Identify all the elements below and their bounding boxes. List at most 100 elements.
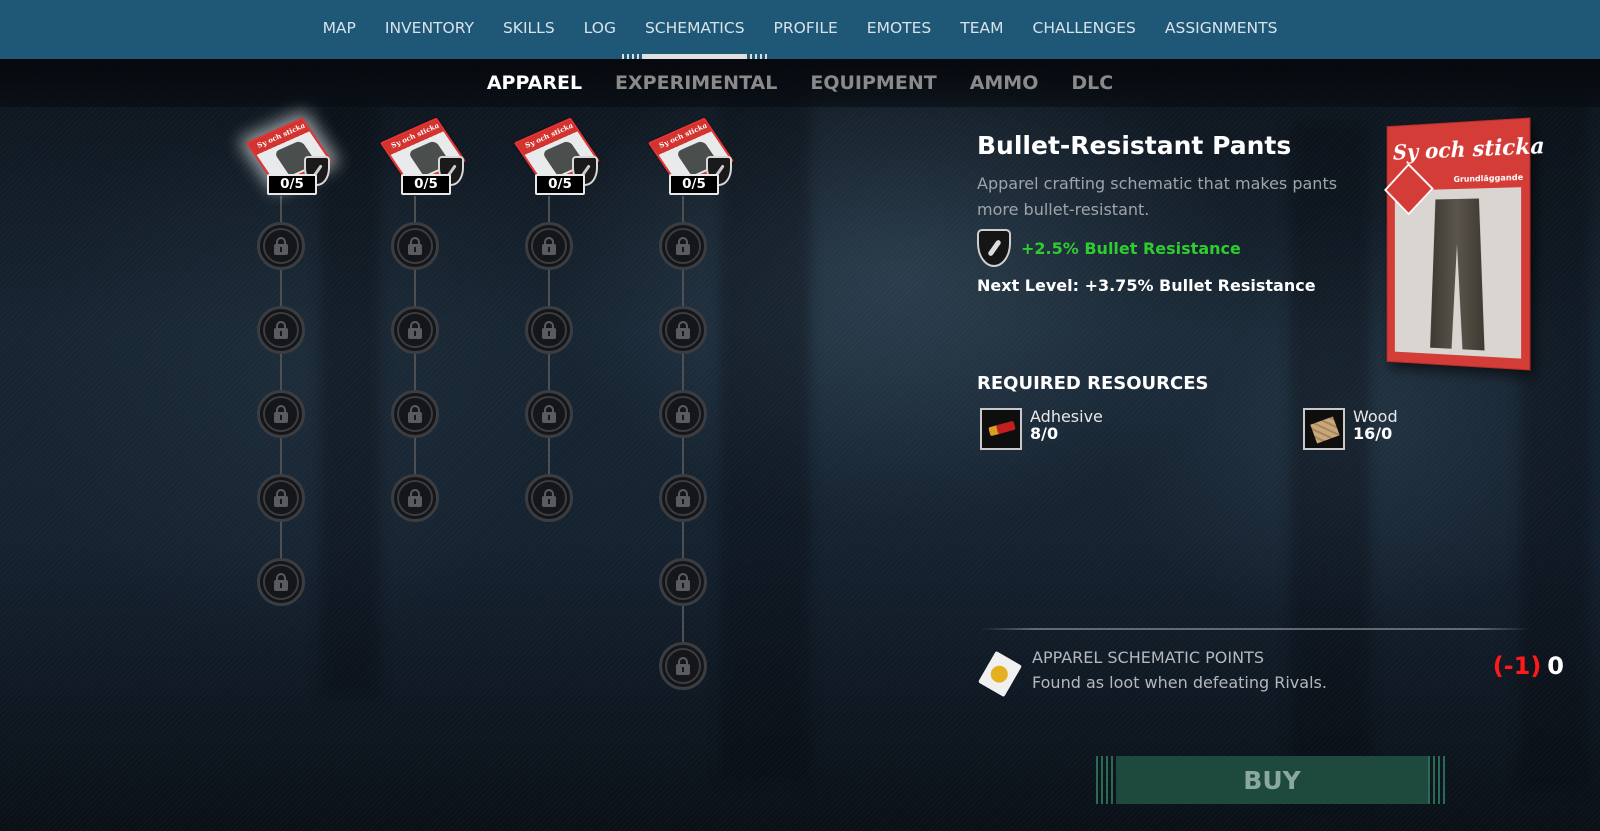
lock-icon: [542, 237, 556, 255]
locked-tier-node[interactable]: [659, 642, 707, 690]
tab-dlc[interactable]: DLC: [1055, 72, 1130, 94]
nav-label: LOG: [583, 19, 616, 37]
locked-tier-node[interactable]: [525, 474, 573, 522]
locked-tier-node[interactable]: [391, 222, 439, 270]
lock-icon: [676, 405, 690, 423]
locked-tier-node[interactable]: [391, 306, 439, 354]
schematic-card-pants[interactable]: Sy och sticka 0/5: [245, 117, 333, 198]
nav-log[interactable]: LOG: [569, 0, 630, 59]
current-bonus: +2.5% Bullet Resistance: [977, 229, 1241, 267]
bullet-shield-icon: [977, 229, 1011, 267]
nav-schematics[interactable]: SCHEMATICS: [622, 0, 768, 59]
nav-label: INVENTORY: [384, 19, 474, 37]
tab-apparel[interactable]: APPAREL: [470, 72, 598, 94]
magazine-subtitle: Grundläggande: [1453, 172, 1524, 185]
resource-adhesive: Adhesive 8/0: [980, 408, 1103, 450]
schematic-description: Apparel crafting schematic that makes pa…: [977, 174, 1338, 219]
schematic-card-shirt[interactable]: Sy och sticka 0/5: [379, 117, 467, 198]
section-divider: [980, 628, 1530, 630]
locked-tier-node[interactable]: [659, 306, 707, 354]
points-cost: (-1): [1492, 652, 1542, 680]
nav-label: ASSIGNMENTS: [1164, 19, 1278, 37]
locked-tier-node[interactable]: [257, 558, 305, 606]
resource-quantity: 8/0: [1030, 424, 1059, 443]
buy-button[interactable]: BUY: [1096, 756, 1448, 804]
resource-name: Wood: [1353, 407, 1398, 426]
locked-tier-node[interactable]: [257, 222, 305, 270]
tab-ammo[interactable]: AMMO: [953, 72, 1055, 94]
buy-label: BUY: [1116, 756, 1428, 804]
lock-icon: [274, 237, 288, 255]
lock-icon: [274, 489, 288, 507]
resource-quantity: 16/0: [1353, 424, 1393, 443]
required-resources-heading: REQUIRED RESOURCES: [977, 373, 1209, 394]
lock-icon: [542, 489, 556, 507]
bonus-text: +2.5% Bullet Resistance: [1021, 238, 1241, 258]
locked-tier-node[interactable]: [257, 474, 305, 522]
next-level-bonus: Next Level: +3.75% Bullet Resistance: [977, 276, 1316, 295]
lock-icon: [542, 405, 556, 423]
nav-profile[interactable]: PROFILE: [759, 0, 852, 59]
nav-team[interactable]: TEAM: [946, 0, 1018, 59]
schematic-progress: 0/5: [401, 174, 451, 195]
points-owned: 0: [1547, 652, 1564, 680]
nav-map[interactable]: MAP: [308, 0, 370, 59]
locked-tier-node[interactable]: [525, 390, 573, 438]
magazine-title: Sy och sticka: [1393, 132, 1545, 165]
schematic-progress: 0/5: [267, 174, 317, 195]
nav-label: CHALLENGES: [1032, 19, 1136, 37]
points-description: Found as loot when defeating Rivals.: [1032, 673, 1327, 692]
locked-tier-node[interactable]: [257, 390, 305, 438]
lock-icon: [676, 489, 690, 507]
schematic-magazine-image: Sy och sticka Grundläggande: [1384, 117, 1545, 371]
resource-wood: Wood 16/0: [1303, 408, 1398, 450]
tab-equipment[interactable]: EQUIPMENT: [794, 72, 953, 94]
locked-tier-node[interactable]: [391, 474, 439, 522]
lock-icon: [274, 321, 288, 339]
nav-label: TEAM: [960, 19, 1004, 37]
button-edge-decoration: [1096, 756, 1116, 804]
lock-icon: [274, 573, 288, 591]
tree-trunk-silhouette: [1520, 90, 1590, 790]
nav-label: EMOTES: [866, 19, 932, 37]
lock-icon: [676, 321, 690, 339]
schematic-title: Bullet-Resistant Pants: [977, 131, 1292, 160]
wood-icon: [1303, 408, 1345, 450]
nav-challenges[interactable]: CHALLENGES: [1018, 0, 1150, 59]
nav-label: SKILLS: [502, 19, 555, 37]
lock-icon: [676, 237, 690, 255]
nav-skills[interactable]: SKILLS: [488, 0, 569, 59]
locked-tier-node[interactable]: [525, 222, 573, 270]
locked-tier-node[interactable]: [257, 306, 305, 354]
tab-experimental[interactable]: EXPERIMENTAL: [599, 72, 794, 94]
locked-tier-node[interactable]: [391, 390, 439, 438]
button-edge-decoration: [1428, 756, 1448, 804]
locked-tier-node[interactable]: [659, 222, 707, 270]
schematic-card-jacket[interactable]: Sy och sticka 0/5: [513, 117, 601, 198]
schematic-progress: 0/5: [669, 174, 719, 195]
nav-inventory[interactable]: INVENTORY: [370, 0, 488, 59]
lock-icon: [542, 321, 556, 339]
lock-icon: [408, 405, 422, 423]
nav-emotes[interactable]: EMOTES: [852, 0, 945, 59]
lock-icon: [676, 657, 690, 675]
lock-icon: [274, 405, 288, 423]
resource-name: Adhesive: [1030, 407, 1103, 426]
points-label: APPAREL SCHEMATIC POINTS: [1032, 648, 1264, 667]
nav-assignments[interactable]: ASSIGNMENTS: [1150, 0, 1292, 59]
adhesive-icon: [980, 408, 1022, 450]
points-value: (-1) 0: [1493, 652, 1564, 680]
schematic-category-tabs: APPAREL EXPERIMENTAL EQUIPMENT AMMO DLC: [0, 59, 1600, 107]
tree-trunk-silhouette: [720, 80, 810, 780]
lock-icon: [408, 489, 422, 507]
locked-tier-node[interactable]: [525, 306, 573, 354]
nav-label: SCHEMATICS: [644, 19, 745, 37]
lock-icon: [408, 237, 422, 255]
lock-icon: [676, 573, 690, 591]
lock-icon: [408, 321, 422, 339]
locked-tier-node[interactable]: [659, 474, 707, 522]
locked-tier-node[interactable]: [659, 390, 707, 438]
schematic-card-boots[interactable]: Sy och sticka 0/5: [647, 117, 735, 198]
locked-tier-node[interactable]: [659, 558, 707, 606]
nav-label: PROFILE: [773, 19, 838, 37]
